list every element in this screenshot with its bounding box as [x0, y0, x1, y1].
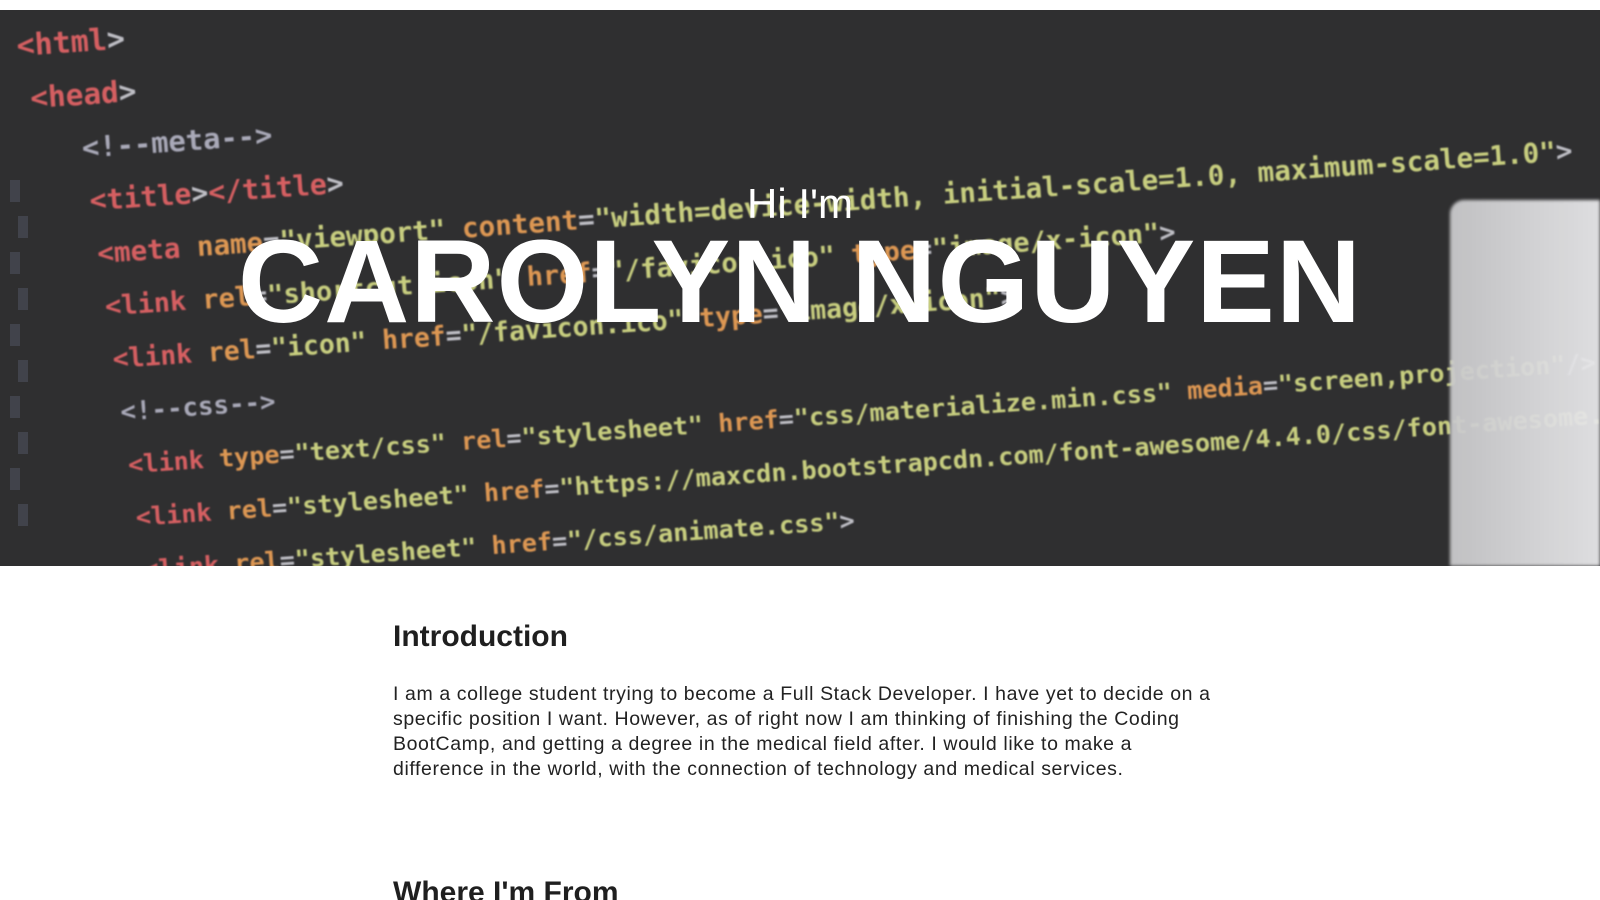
page: <html> <head> <!--meta--> <title></title> <m… — [0, 0, 1600, 900]
section-title-introduction: Introduction — [393, 620, 568, 653]
section-body-introduction: I am a college student trying to become … — [393, 683, 1211, 780]
hero-name: CAROLYN NGUYEN — [237, 216, 1363, 348]
hero-text: Hi I'm CAROLYN NGUYEN — [0, 10, 1600, 566]
hero-banner: <html> <head> <!--meta--> <title></title> <m… — [0, 10, 1600, 566]
main-content: Introduction I am a college student tryi… — [393, 620, 1213, 782]
introduction-section: Introduction I am a college student tryi… — [393, 620, 1213, 782]
section-title-where-from: Where I'm From — [393, 876, 619, 900]
top-strip — [0, 0, 1600, 10]
